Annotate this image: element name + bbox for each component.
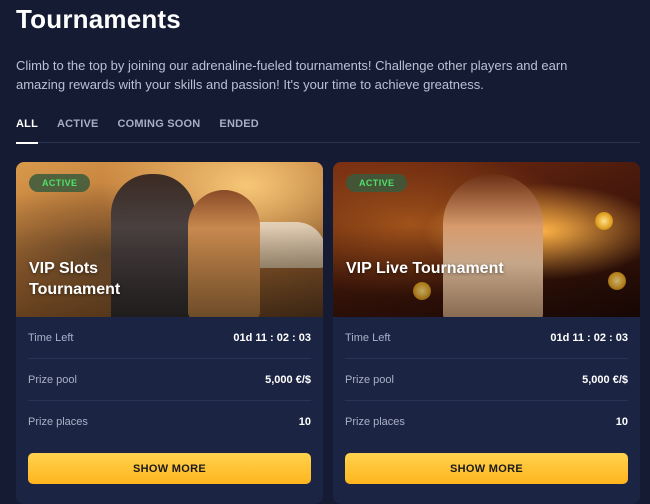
prize-pool-label: Prize pool [345,373,394,386]
prize-places-label: Prize places [345,416,405,428]
tournament-tabs: ALL ACTIVE COMING SOON ENDED [16,118,640,144]
prize-places-row: Prize places 10 [345,401,628,443]
tournament-details: Time Left 01d 11 : 02 : 03 Prize pool 5,… [16,317,323,443]
show-more-button[interactable]: SHOW MORE [28,453,311,484]
time-left-row: Time Left 01d 11 : 02 : 03 [345,317,628,359]
tab-all[interactable]: ALL [16,118,38,144]
prize-pool-row: Prize pool 5,000 €/$ [345,359,628,401]
time-left-row: Time Left 01d 11 : 02 : 03 [28,317,311,359]
tournament-title: VIP Slots Tournament [29,260,121,298]
tournament-banner-image: ACTIVE VIP Live Tournament [333,162,640,317]
status-badge: ACTIVE [29,174,91,192]
tournament-banner-image: ACTIVE VIP Slots Tournament [16,162,323,317]
tab-ended[interactable]: ENDED [219,118,259,143]
tab-active[interactable]: ACTIVE [57,118,99,143]
prize-places-row: Prize places 10 [28,401,311,443]
prize-places-value: 10 [615,416,628,428]
prize-pool-row: Prize pool 5,000 €/$ [28,359,311,401]
prize-pool-value: 5,000 €/$ [582,373,628,386]
status-badge: ACTIVE [346,174,408,192]
time-left-value: 01d 11 : 02 : 03 [550,331,628,344]
prize-pool-value: 5,000 €/$ [265,373,311,386]
prize-pool-label: Prize pool [28,373,77,386]
tournament-card-vip-slots[interactable]: ACTIVE VIP Slots Tournament Time Left 01… [16,162,323,504]
show-more-button[interactable]: SHOW MORE [345,453,628,484]
tournament-title: VIP Live Tournament [346,260,504,277]
tournament-card-vip-live[interactable]: ACTIVE VIP Live Tournament Time Left 01d… [333,162,640,504]
tab-coming-soon[interactable]: COMING SOON [118,118,201,143]
time-left-value: 01d 11 : 02 : 03 [233,331,311,344]
time-left-label: Time Left [345,331,391,344]
tournament-details: Time Left 01d 11 : 02 : 03 Prize pool 5,… [333,317,640,443]
page-title: Tournaments [16,4,181,34]
page-intro: Climb to the top by joining our adrenali… [16,58,568,92]
prize-places-value: 10 [298,416,311,428]
time-left-label: Time Left [28,331,74,344]
prize-places-label: Prize places [28,416,88,428]
